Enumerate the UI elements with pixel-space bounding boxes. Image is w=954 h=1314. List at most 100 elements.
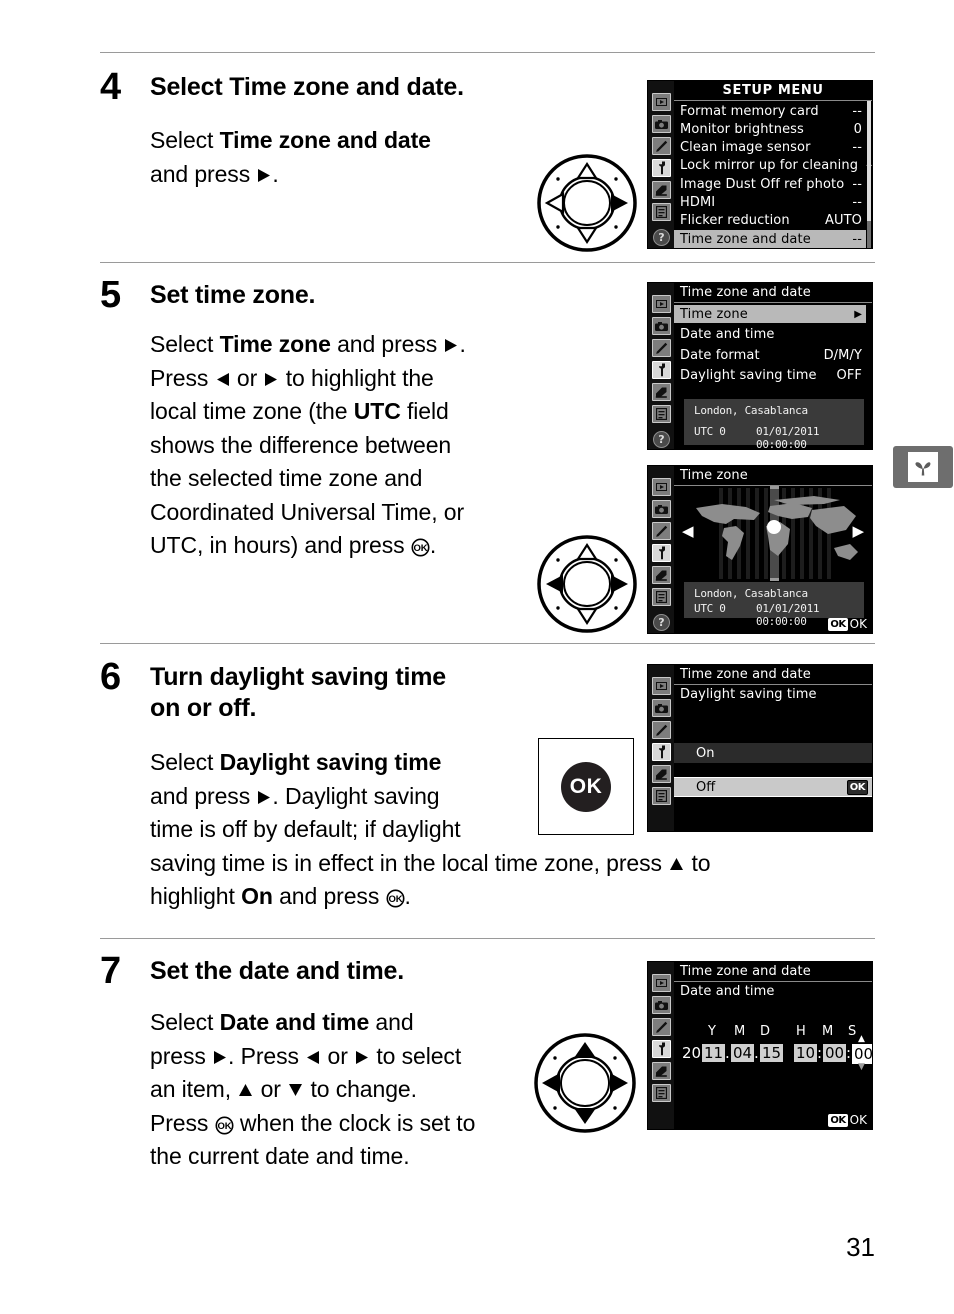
tz-date-body: Time zone and date Time zone ▶ Date and ti… (674, 283, 872, 449)
ok-button[interactable]: OK (561, 761, 611, 812)
setup-menu-row[interactable]: Format memory card -- (674, 102, 866, 120)
dst-subtitle: Daylight saving time (680, 687, 817, 702)
recent-settings-icon[interactable] (652, 588, 671, 606)
playback-icon[interactable] (652, 677, 671, 695)
setup-menu-icon[interactable] (652, 1040, 671, 1058)
dst-option-on[interactable]: On (674, 743, 872, 763)
playback-icon[interactable] (652, 93, 671, 111)
step-5-body-line-5: the selected time zone and (150, 465, 423, 491)
step-6-heading: Turn daylight saving time on or off. (150, 663, 446, 722)
help-icon[interactable]: ? (653, 431, 670, 448)
shooting-menu-icon[interactable] (652, 699, 671, 717)
custom-settings-icon[interactable] (652, 522, 671, 540)
setup-menu-row[interactable]: Time zone and date -- (674, 230, 866, 248)
rule-step-7 (100, 938, 875, 939)
second-field[interactable]: 00 (852, 1044, 872, 1064)
retouch-icon[interactable] (652, 181, 671, 199)
shooting-menu-icon[interactable] (652, 996, 671, 1014)
col-label-month: M (734, 1024, 746, 1039)
world-map[interactable]: ◀ ▶ (674, 486, 872, 581)
recent-settings-icon[interactable] (652, 787, 671, 805)
step-6-heading-line-2: on or off. (150, 694, 257, 722)
year-field[interactable]: 11 (702, 1044, 726, 1062)
setup-menu-row[interactable]: HDMI -- (674, 194, 866, 212)
tz-map-title: Time zone (680, 468, 748, 483)
retouch-icon[interactable] (652, 566, 671, 584)
custom-settings-icon[interactable] (652, 339, 671, 357)
shooting-menu-icon[interactable] (652, 317, 671, 335)
setup-menu-row-label: HDMI (680, 195, 716, 210)
date-separator-2: . (754, 1044, 759, 1062)
ok-button-illustration: OK (538, 738, 634, 835)
help-icon[interactable]: ? (653, 614, 670, 631)
tz-date-row[interactable]: Time zone ▶ (674, 305, 866, 323)
ok-glyph-icon: OK (215, 1116, 234, 1135)
playback-icon[interactable] (652, 478, 671, 496)
setup-menu-row[interactable]: Clean image sensor -- (674, 139, 866, 157)
shooting-menu-icon[interactable] (652, 115, 671, 133)
setup-menu-row[interactable]: Monitor brightness 0 (674, 120, 866, 138)
help-icon[interactable]: ? (653, 229, 670, 246)
custom-settings-icon[interactable] (652, 721, 671, 739)
step-7-number: 7 (100, 950, 121, 992)
recent-settings-icon[interactable] (652, 405, 671, 423)
setup-menu-row[interactable]: Flicker reduction AUTO (674, 212, 866, 230)
custom-settings-icon[interactable] (652, 137, 671, 155)
right-arrow-icon (354, 1049, 370, 1066)
setup-menu-row[interactable]: Image Dust Off ref photo -- (674, 175, 866, 193)
setup-menu-row-value: -- (852, 140, 862, 156)
dst-option-off[interactable]: Off OK (674, 777, 872, 797)
ok-badge-icon: OK (828, 617, 848, 631)
recent-settings-icon[interactable] (652, 203, 671, 221)
datetime-column-labels: Y M D H M S (674, 1024, 872, 1040)
setup-menu-icon[interactable] (652, 544, 671, 562)
month-field[interactable]: 04 (731, 1044, 755, 1062)
manual-page: 4 Select Time zone and date. Select Time… (0, 0, 954, 1314)
screen-daylight-saving: Time zone and date Daylight saving time … (647, 664, 873, 832)
left-arrow-icon (305, 1049, 321, 1066)
tz-map-utc: UTC 0 (694, 602, 726, 615)
down-arrow-icon (287, 1082, 304, 1098)
tz-date-row[interactable]: Daylight saving time OFF (674, 367, 866, 385)
retouch-icon[interactable] (652, 1062, 671, 1080)
retouch-icon[interactable] (652, 765, 671, 783)
tz-map-body: Time zone ◀ ▶ London, Casablanca UTC 0 0… (674, 466, 872, 633)
shooting-menu-icon[interactable] (652, 500, 671, 518)
custom-settings-icon[interactable] (652, 1018, 671, 1036)
setup-menu-icon[interactable] (652, 743, 671, 761)
minute-field[interactable]: 00 (823, 1044, 847, 1062)
map-right-arrow-icon[interactable]: ▶ (852, 522, 864, 540)
playback-icon[interactable] (652, 974, 671, 992)
datetime-subtitle: Date and time (680, 984, 775, 999)
scrollbar-thumb[interactable] (867, 101, 871, 221)
recent-settings-icon[interactable] (652, 1084, 671, 1102)
tz-map-city: London, Casablanca (694, 587, 808, 600)
step-6-body-line-4: saving time is in effect in the local ti… (150, 849, 711, 876)
setup-menu-icon[interactable] (652, 361, 671, 379)
step-7-body: Select Date and time and press . Press or… (150, 1006, 475, 1174)
rule-step-5 (100, 262, 875, 263)
tz-date-title: Time zone and date (680, 285, 811, 300)
rule-step-6 (100, 643, 875, 644)
right-arrow-icon (256, 167, 272, 184)
col-label-day: D (760, 1024, 771, 1039)
setup-menu-icon[interactable] (652, 159, 671, 177)
setup-menu-row-value: -- (852, 231, 862, 247)
tz-date-row-label: Daylight saving time (680, 368, 817, 383)
step-7-body-line-3: an item, or to change. (150, 1076, 417, 1102)
hour-field[interactable]: 10 (794, 1044, 818, 1062)
playback-icon[interactable] (652, 295, 671, 313)
tz-date-row[interactable]: Date and time (674, 326, 866, 344)
step-7-body-line-1: Select Date and time and (150, 1009, 414, 1035)
map-left-arrow-icon[interactable]: ◀ (682, 522, 694, 540)
day-field[interactable]: 15 (760, 1044, 784, 1062)
retouch-icon[interactable] (652, 383, 671, 401)
setup-menu-row[interactable]: Lock mirror up for cleaning-- (674, 157, 872, 175)
screen-setup-menu: ? SETUP MENU Format memory card -- Monitor… (647, 80, 873, 249)
tz-date-row[interactable]: Date format D/M/Y (674, 346, 866, 364)
tz-date-row-value: D/M/Y (823, 347, 862, 363)
step-5-body-line-4: shows the difference between (150, 431, 452, 458)
setup-menu-row-value: -- (852, 195, 862, 210)
dst-title: Time zone and date (680, 667, 811, 682)
tz-city: London, Casablanca (694, 404, 808, 417)
